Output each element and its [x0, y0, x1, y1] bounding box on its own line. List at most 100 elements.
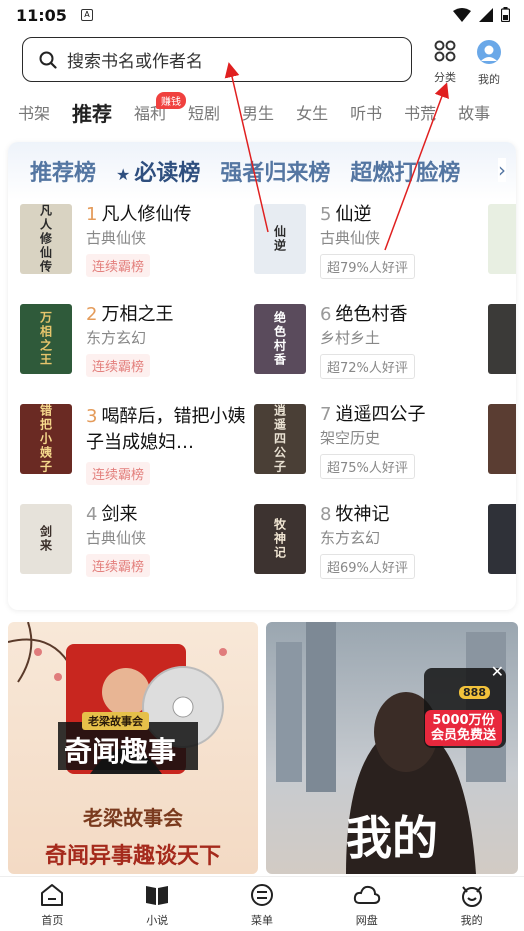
- rank-number: 6: [320, 304, 332, 325]
- book-cover: 仙逆: [254, 204, 306, 274]
- rank-tab-strong-return[interactable]: 强者归来榜: [220, 155, 330, 187]
- wifi-icon: [453, 7, 471, 22]
- book-item[interactable]: 剑来 4 剑来 古典仙侠 连续霸榜: [20, 504, 250, 584]
- book-title: 牧神记: [335, 504, 390, 525]
- tab-audiobook[interactable]: 听书: [350, 100, 382, 124]
- menu-icon: [250, 884, 273, 906]
- tab-story[interactable]: 故事: [458, 100, 490, 124]
- status-time: 11:05: [16, 5, 67, 25]
- category-tabs: 书架 推荐 福利 赚钱 短剧 男生 女生 听书 书荒 故事: [0, 90, 524, 134]
- book-cover: 绝色村香: [254, 304, 306, 374]
- book-tag: 超79%人好评: [320, 254, 415, 279]
- book-tag: 连续霸榜: [86, 254, 151, 277]
- nav-home[interactable]: 首页: [0, 877, 105, 931]
- bottom-nav: 首页 小说 菜单 网盘 我的: [0, 876, 524, 931]
- close-icon[interactable]: ✕: [491, 662, 504, 681]
- notification-a-icon: A: [80, 9, 93, 21]
- promo-banner-right[interactable]: 888 5000万份 会员免费送 ✕ 我的: [266, 622, 518, 874]
- book-title: 绝色村香: [335, 304, 408, 325]
- face-icon: [461, 886, 482, 907]
- book-cover-peek[interactable]: [488, 204, 516, 274]
- book-icon: [146, 886, 169, 905]
- ad-line-2: 会员免费送: [430, 728, 496, 743]
- banner-badge: 老梁故事会: [82, 712, 149, 730]
- book-title: 喝醉后，错把小姨子当成媳妇…: [86, 406, 246, 453]
- ad-text: 5000万份 会员免费送: [424, 710, 502, 746]
- search-icon: [39, 51, 57, 69]
- book-genre: 古典仙侠: [320, 229, 381, 247]
- rank-tab-must-read-label: 必读榜: [134, 161, 201, 186]
- book-cover-peek[interactable]: [488, 404, 516, 474]
- tab-welfare[interactable]: 福利 赚钱: [134, 92, 187, 124]
- book-tag: 连续霸榜: [86, 354, 151, 377]
- banner-subtitle: 老梁故事会: [83, 806, 183, 830]
- promo-banner-left[interactable]: 老梁故事会 奇闻趣事 老梁故事会 奇闻异事趣谈天下: [8, 622, 258, 874]
- book-cover: 凡人修仙传: [20, 204, 72, 274]
- book-item[interactable]: 牧神记 8 牧神记 东方玄幻 超69%人好评: [254, 504, 484, 584]
- rank-number: 5: [320, 204, 332, 225]
- rank-tab-must-read[interactable]: ★ 必读榜: [116, 155, 200, 187]
- book-title: 剑来: [101, 504, 138, 525]
- banner-tagline: 奇闻异事趣谈天下: [44, 844, 221, 869]
- banner-big-text: 我的: [346, 811, 438, 865]
- nav-menu-label: 菜单: [250, 914, 273, 927]
- signal-icon: [479, 7, 493, 22]
- ranking-card: 推荐榜 ★ 必读榜 强者归来榜 超燃打脸榜 › 凡人修仙传 1 凡人修仙传 古典仙侠…: [8, 142, 516, 610]
- book-title: 凡人修仙传: [101, 204, 192, 225]
- nav-cloud-drive[interactable]: 网盘: [314, 877, 419, 931]
- book-item[interactable]: 凡人修仙传 1 凡人修仙传 古典仙侠 连续霸榜: [20, 204, 250, 284]
- nav-novel-label: 小说: [146, 914, 169, 927]
- chevron-right-icon[interactable]: ›: [498, 158, 506, 182]
- status-bar: 11:05 A: [0, 0, 524, 30]
- banner-title: 奇闻趣事: [64, 735, 177, 768]
- rank-tab-face-slap[interactable]: 超燃打脸榜: [350, 155, 460, 187]
- tab-short-drama[interactable]: 短剧: [188, 100, 220, 124]
- book-genre: 东方玄幻: [86, 329, 147, 347]
- book-item[interactable]: 仙逆 5 仙逆 古典仙侠 超79%人好评: [254, 204, 484, 284]
- search-placeholder: 搜索书名或作者名: [67, 52, 203, 72]
- tab-female[interactable]: 女生: [296, 100, 328, 124]
- book-item[interactable]: 错把小姨子 3 喝醉后，错把小姨子当成媳妇… 连续霸榜: [20, 404, 250, 500]
- book-cover: 万相之王: [20, 304, 72, 374]
- rank-number: 3: [86, 406, 98, 427]
- book-cover: 逍遥四公子: [254, 404, 306, 474]
- rank-number: 4: [86, 504, 98, 525]
- category-button[interactable]: 分类: [425, 40, 465, 85]
- ad-line-1: 5000万份: [432, 713, 495, 728]
- book-cover-peek[interactable]: [488, 504, 516, 574]
- tab-male[interactable]: 男生: [242, 100, 274, 124]
- book-genre: 古典仙侠: [86, 529, 147, 547]
- category-label: 分类: [434, 71, 456, 84]
- nav-novel[interactable]: 小说: [105, 877, 210, 931]
- book-item[interactable]: 逍遥四公子 7 逍遥四公子 架空历史 超75%人好评: [254, 404, 484, 484]
- book-genre: 架空历史: [320, 429, 381, 447]
- book-genre: 乡村乡土: [320, 329, 381, 347]
- battery-icon: [501, 7, 510, 22]
- profile-button[interactable]: 我的: [469, 40, 509, 87]
- cloud-icon: [353, 885, 380, 904]
- book-tag: 超72%人好评: [320, 354, 415, 379]
- tab-bookshelf[interactable]: 书架: [18, 100, 50, 124]
- book-title: 万相之王: [101, 304, 174, 325]
- book-item[interactable]: 万相之王 2 万相之王 东方玄幻 连续霸榜: [20, 304, 250, 384]
- search-input[interactable]: 搜索书名或作者名: [22, 37, 412, 82]
- earn-badge: 赚钱: [156, 92, 187, 109]
- rank-tab-recommend[interactable]: 推荐榜: [30, 155, 96, 187]
- rank-number: 1: [86, 204, 98, 225]
- book-cover: 错把小姨子: [20, 404, 72, 474]
- book-cover: 剑来: [20, 504, 72, 574]
- profile-label: 我的: [478, 73, 500, 86]
- book-tag: 超75%人好评: [320, 454, 415, 479]
- tab-recommend[interactable]: 推荐: [72, 98, 112, 127]
- book-cover-peek[interactable]: [488, 304, 516, 374]
- book-title: 仙逆: [335, 204, 372, 225]
- rank-number: 2: [86, 304, 98, 325]
- book-item[interactable]: 绝色村香 6 绝色村香 乡村乡土 超72%人好评: [254, 304, 484, 384]
- book-cover: 牧神记: [254, 504, 306, 574]
- nav-menu[interactable]: 菜单: [210, 877, 315, 931]
- tab-book-famine[interactable]: 书荒: [404, 100, 436, 124]
- rank-number: 7: [320, 404, 332, 425]
- ad-number: 888: [459, 686, 490, 699]
- book-genre: 古典仙侠: [86, 229, 147, 247]
- nav-mine[interactable]: 我的: [419, 877, 524, 931]
